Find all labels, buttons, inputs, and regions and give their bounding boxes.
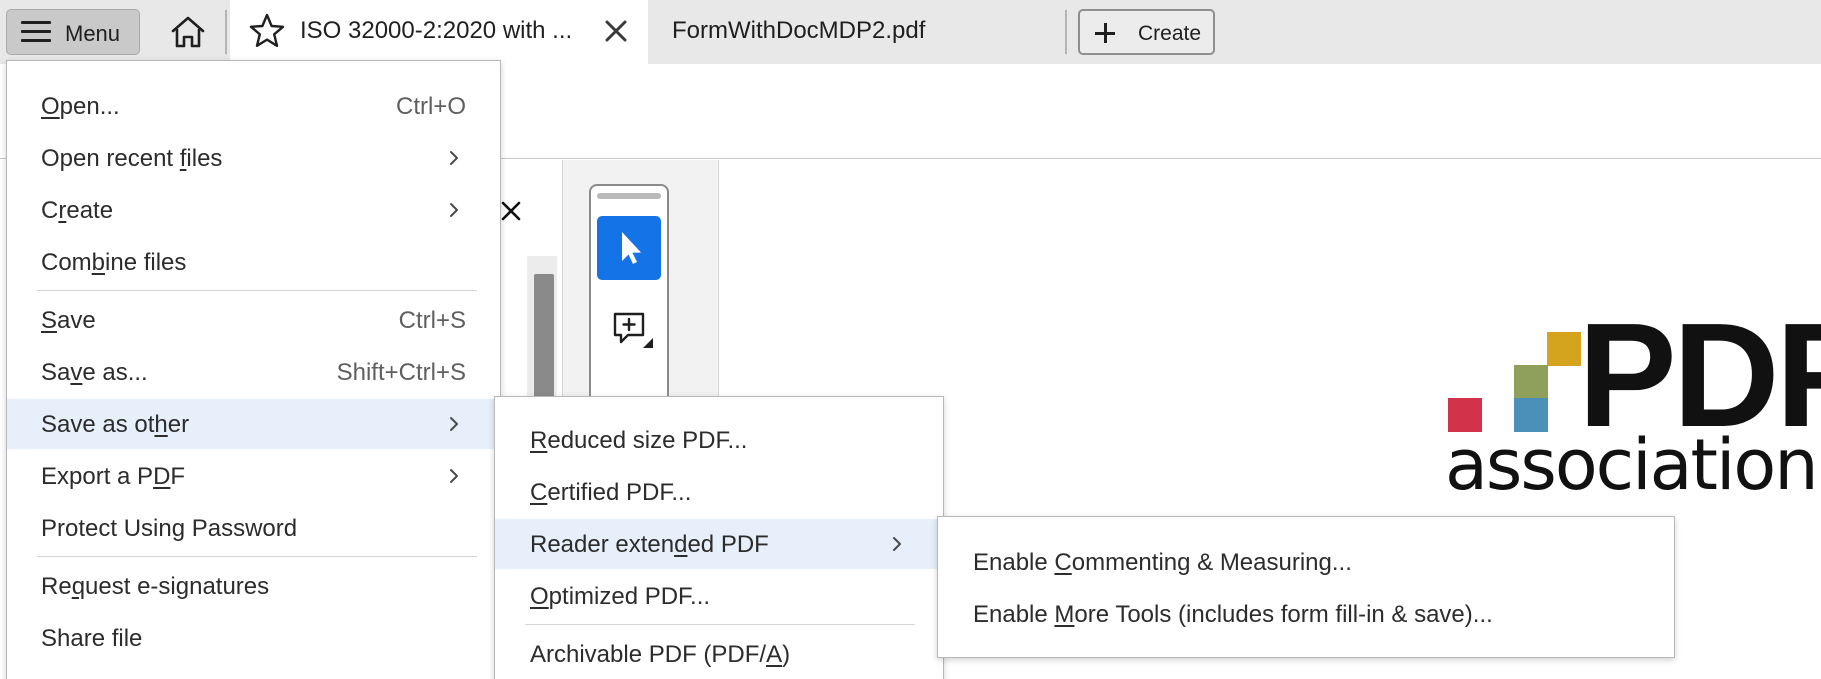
cursor-arrow-icon (622, 232, 641, 264)
save-as-other-submenu: Reduced size PDF... Certified PDF... Rea… (494, 396, 944, 679)
menu-item-open[interactable]: Open... Ctrl+O (7, 81, 500, 131)
home-icon[interactable] (168, 12, 208, 52)
add-comment-icon[interactable] (609, 308, 655, 354)
close-icon[interactable] (602, 17, 630, 45)
menu-button[interactable]: Menu (6, 9, 140, 55)
hamburger-icon (21, 21, 51, 43)
main-menu: Open... Ctrl+O Open recent files Create … (6, 60, 501, 679)
menu-item-label: Certified PDF... (530, 479, 692, 506)
app-window: Menu ISO 32000-2:2020 with ... FormWithD… (0, 0, 1821, 679)
menu-item-save[interactable]: Save Ctrl+S (7, 295, 500, 345)
menu-item-enable-more-tools[interactable]: Enable More Tools (includes form fill-in… (938, 589, 1674, 639)
menu-item-open-recent-files[interactable]: Open recent files (7, 133, 500, 183)
tab-iso-32000[interactable]: ISO 32000-2:2020 with ... (230, 0, 648, 64)
tab-bar: Menu ISO 32000-2:2020 with ... FormWithD… (0, 0, 1821, 64)
menu-separator (37, 290, 477, 291)
shortcut-label: Shift+Ctrl+S (336, 359, 466, 386)
menu-item-label: Save as... (41, 359, 148, 386)
menu-item-label: Share file (41, 625, 143, 652)
menu-item-label: Enable More Tools (includes form fill-in… (973, 601, 1493, 628)
menu-item-label: Request e-signatures (41, 573, 270, 600)
menu-item-label: Open... (41, 93, 120, 120)
chevron-right-icon (893, 537, 901, 551)
tab-formwithdocmdp2[interactable]: FormWithDocMDP2.pdf (672, 17, 925, 45)
create-button-label: Create (1138, 22, 1202, 45)
tab-title: ISO 32000-2:2020 with ... (300, 17, 573, 44)
logo-square (1547, 332, 1581, 366)
menu-item-protect-using-password[interactable]: Protect Using Password (7, 503, 500, 553)
logo-square (1514, 365, 1548, 399)
star-icon[interactable] (248, 12, 286, 50)
menu-item-archivable-pdf[interactable]: Archivable PDF (PDF/A) (495, 629, 943, 679)
menu-item-share-file[interactable]: Share file (7, 613, 500, 663)
menu-item-label: Save (41, 307, 96, 334)
menu-item-label: Reader extended PDF (530, 531, 769, 558)
menu-button-label: Menu (65, 21, 121, 46)
menu-item-save-as-other[interactable]: Save as other (7, 399, 500, 449)
chevron-right-icon (450, 203, 458, 217)
tab-separator (1065, 10, 1067, 54)
menu-item-label: Optimized PDF... (530, 583, 711, 610)
shortcut-label: Ctrl+S (398, 307, 466, 334)
menu-item-label: Create (41, 197, 114, 224)
menu-item-label: Archivable PDF (PDF/A) (530, 641, 791, 668)
chevron-right-icon (450, 469, 458, 483)
menu-item-combine-files[interactable]: Combine files (7, 237, 500, 287)
menu-item-label: Enable Commenting & Measuring... (973, 549, 1352, 576)
logo-wordmark-association: association (1445, 424, 1819, 506)
close-panel-icon[interactable] (500, 200, 522, 222)
select-tool-button[interactable] (597, 216, 661, 280)
menu-item-label: Reduced size PDF... (530, 427, 748, 454)
chevron-right-icon (450, 151, 458, 165)
reader-extended-pdf-submenu: Enable Commenting & Measuring... Enable … (937, 516, 1675, 658)
menu-item-export-a-pdf[interactable]: Export a PDF (7, 451, 500, 501)
menu-item-reader-extended-pdf[interactable]: Reader extended PDF (495, 519, 943, 569)
drag-handle[interactable] (597, 193, 661, 199)
pdf-association-logo: PDF association (1440, 302, 1821, 506)
menu-item-label: Protect Using Password (41, 515, 298, 542)
menu-item-label: Open recent files (41, 145, 223, 172)
menu-item-label: Export a PDF (41, 463, 186, 490)
menu-separator (525, 624, 915, 625)
menu-item-request-e-signatures[interactable]: Request e-signatures (7, 561, 500, 611)
menu-item-label: Combine files (41, 249, 187, 276)
menu-item-enable-commenting-measuring[interactable]: Enable Commenting & Measuring... (938, 537, 1674, 587)
shortcut-label: Ctrl+O (395, 93, 466, 120)
menu-item-certified-pdf[interactable]: Certified PDF... (495, 467, 943, 517)
menu-item-save-as[interactable]: Save as... Shift+Ctrl+S (7, 347, 500, 397)
chevron-right-icon (450, 417, 458, 431)
menu-item-optimized-pdf[interactable]: Optimized PDF... (495, 571, 943, 621)
tab-separator (225, 10, 227, 54)
panel-scrollbar-thumb[interactable] (534, 274, 554, 404)
plus-icon (1095, 23, 1115, 43)
menu-item-label: Save as other (41, 411, 190, 438)
menu-item-create[interactable]: Create (7, 185, 500, 235)
menu-item-reduced-size-pdf[interactable]: Reduced size PDF... (495, 415, 943, 465)
menu-separator (37, 556, 477, 557)
create-button[interactable]: Create (1078, 9, 1215, 55)
